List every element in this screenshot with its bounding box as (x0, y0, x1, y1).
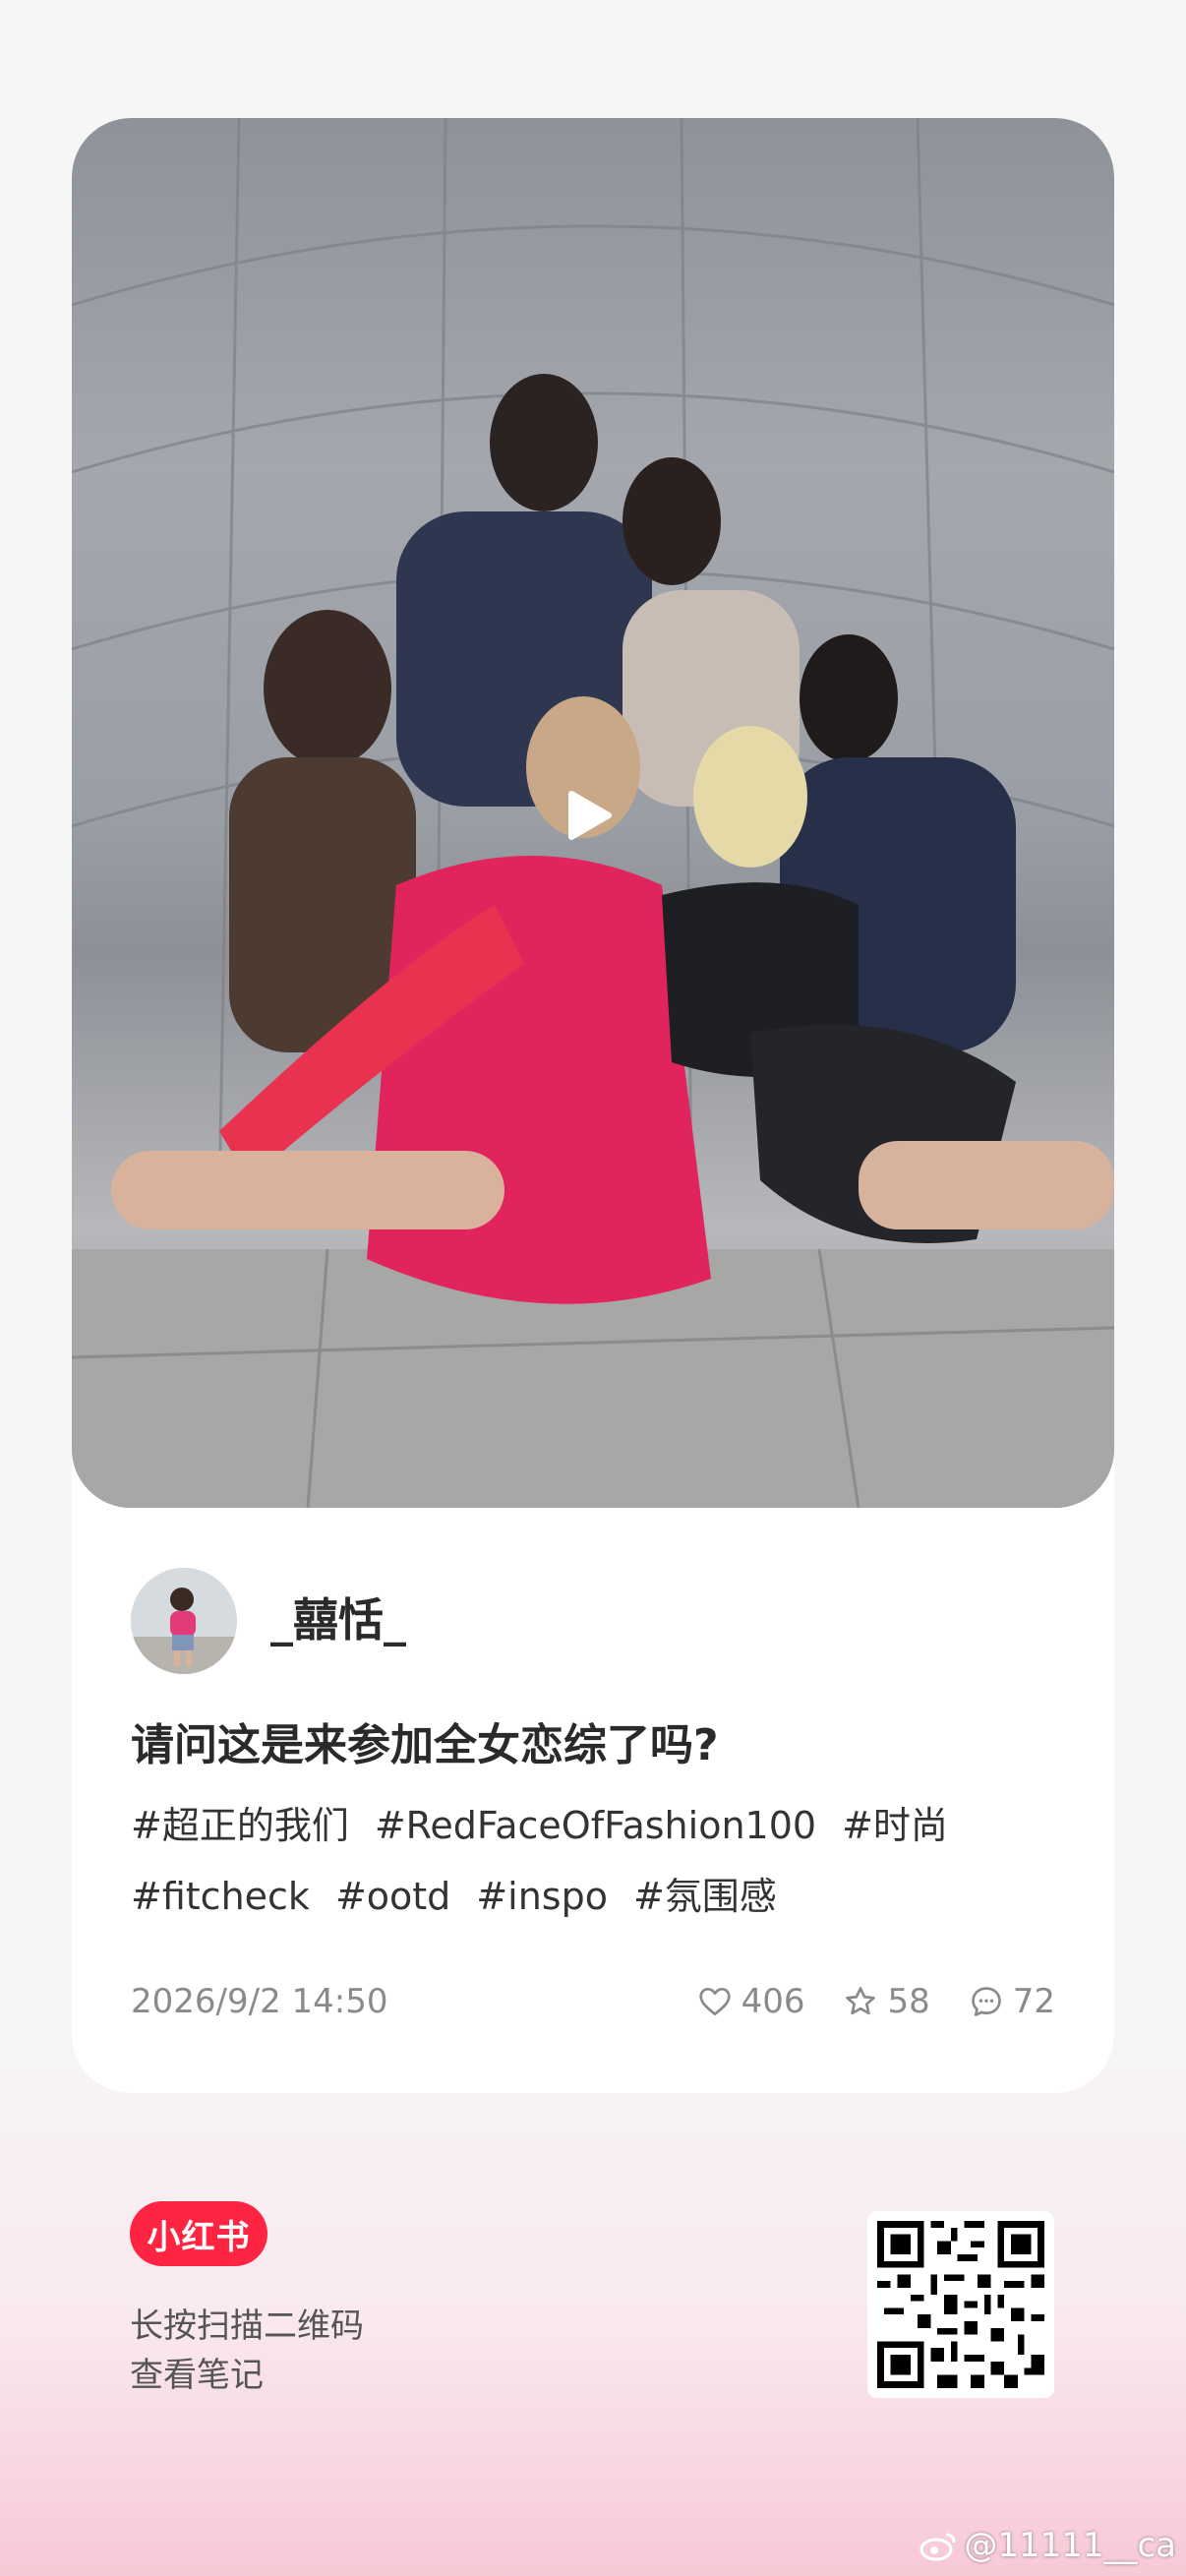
weibo-watermark: @11111__ca (919, 2526, 1176, 2565)
comment-count: 72 (1012, 1982, 1055, 2021)
qr-code[interactable] (867, 2211, 1054, 2398)
tag[interactable]: #inspo (476, 1875, 608, 1918)
tag[interactable]: #超正的我们 (131, 1804, 349, 1847)
star-icon (846, 1987, 876, 2015)
tag-list: #超正的我们 #RedFaceOfFashion100 #时尚 #fitcheck #… (131, 1790, 1075, 1932)
like-count: 406 (741, 1982, 805, 2021)
heart-icon (698, 1987, 731, 2016)
qr-hint-line2: 查看笔记 (130, 2356, 264, 2395)
tag[interactable]: #氛围感 (633, 1875, 777, 1918)
like-stat[interactable]: 406 (696, 1977, 805, 2026)
stats-bar: 406 58 72 (696, 1977, 1055, 2026)
tag[interactable]: #fitcheck (131, 1875, 310, 1918)
xiaohongshu-logo: 小红书 (130, 2201, 267, 2266)
author-name[interactable]: _囍恬_ (270, 1586, 406, 1654)
weibo-icon (919, 2533, 956, 2561)
collect-count: 58 (887, 1982, 930, 2021)
comment-stat[interactable]: 72 (968, 1977, 1055, 2026)
qr-hint-line1: 长按扫描二维码 (130, 2306, 364, 2346)
post-title: 请问这是来参加全女恋综了吗? (131, 1720, 719, 1770)
video-cover[interactable] (72, 118, 1114, 1508)
play-button[interactable] (565, 790, 624, 849)
avatar-image (131, 1568, 237, 1674)
qr-code-image (877, 2221, 1044, 2388)
author-avatar[interactable] (131, 1568, 237, 1674)
post-date: 2026/9/2 14:50 (131, 1982, 388, 2021)
tag[interactable]: #ootd (335, 1875, 450, 1918)
collect-stat[interactable]: 58 (842, 1977, 930, 2026)
tag[interactable]: #时尚 (842, 1804, 948, 1847)
comment-icon (971, 1987, 1001, 2016)
watermark-text: @11111__ca (964, 2526, 1176, 2565)
tag[interactable]: #RedFaceOfFashion100 (375, 1804, 816, 1847)
qr-hint: 长按扫描二维码 查看笔记 (130, 2302, 364, 2400)
play-icon (568, 791, 612, 840)
note-card[interactable]: _囍恬_ 请问这是来参加全女恋综了吗? #超正的我们 #RedFaceOfFash… (72, 118, 1114, 2093)
